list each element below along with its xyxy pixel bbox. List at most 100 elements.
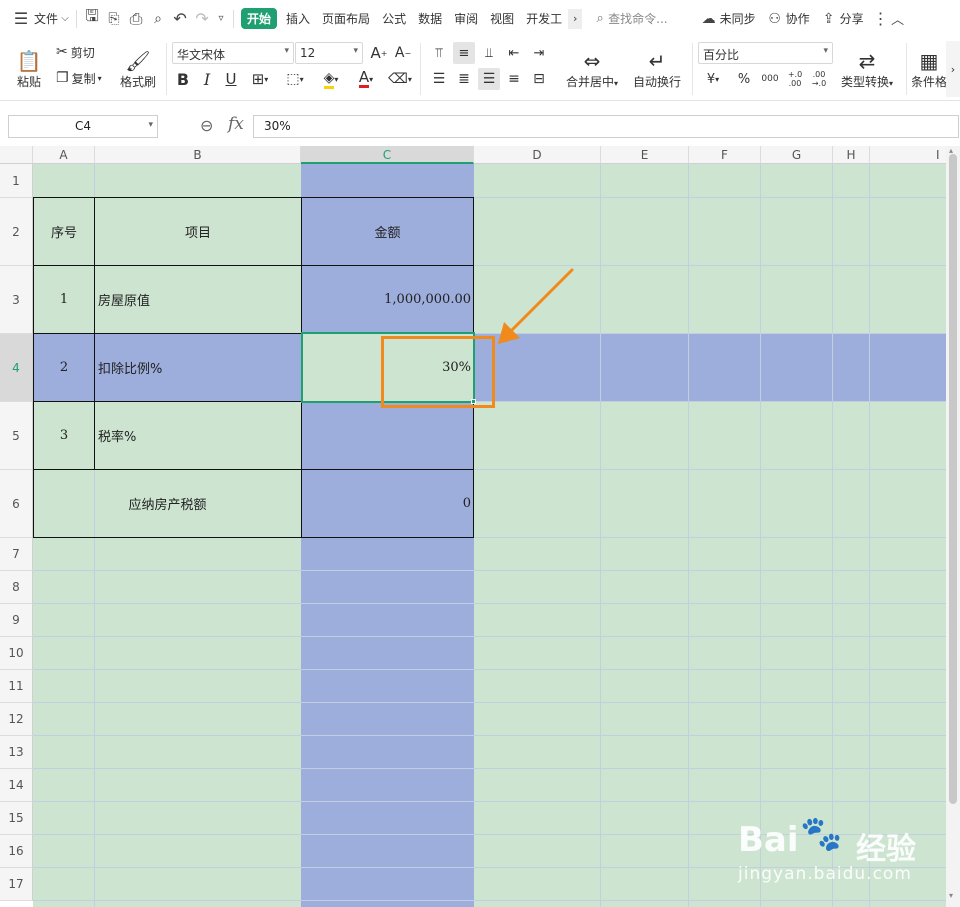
row-header-12[interactable]: 12: [0, 703, 33, 736]
cut-button[interactable]: ✂ 剪切: [56, 41, 95, 63]
font-size-select[interactable]: 12 ▾: [295, 42, 363, 64]
command-search-input[interactable]: 查找命令...: [608, 10, 667, 27]
cell-c3[interactable]: 1,000,000.00: [302, 266, 473, 333]
tab-page-layout[interactable]: 页面布局: [319, 10, 373, 27]
print-icon[interactable]: ⎙: [125, 8, 147, 30]
file-menu[interactable]: 文件: [34, 10, 58, 27]
cell-a6-merged[interactable]: 应纳房产税额: [34, 470, 301, 537]
chevron-down-icon[interactable]: ⌵: [58, 8, 72, 30]
share-button[interactable]: 分享: [840, 10, 864, 27]
column-header-g[interactable]: G: [761, 146, 833, 164]
column-header-c[interactable]: C: [301, 146, 474, 164]
collapse-ribbon-icon[interactable]: ︿: [888, 8, 908, 30]
justify-button[interactable]: ≡: [503, 68, 525, 90]
decrease-indent-button[interactable]: ⇤: [503, 42, 525, 64]
select-all-corner[interactable]: [0, 146, 33, 164]
row-header-3[interactable]: 3: [0, 266, 33, 334]
decrease-decimal-button[interactable]: .00 →.0: [808, 68, 830, 90]
row-header-15[interactable]: 15: [0, 802, 33, 835]
currency-button[interactable]: ¥ ▾: [700, 68, 726, 90]
print-preview-icon[interactable]: ⌕: [147, 8, 169, 30]
decrease-font-button[interactable]: A −: [394, 42, 412, 64]
format-painter-button[interactable]: 🖌 格式刷: [116, 41, 160, 97]
cell-c6[interactable]: 0: [302, 470, 473, 537]
thousands-separator-button[interactable]: 000: [758, 68, 782, 90]
tab-developer[interactable]: 开发工: [523, 10, 565, 27]
tab-home[interactable]: 开始: [241, 8, 278, 29]
percent-button[interactable]: %: [734, 68, 754, 90]
collaborate-button[interactable]: 协作: [786, 10, 810, 27]
row-header-5[interactable]: 5: [0, 402, 33, 470]
redo-icon[interactable]: ↷: [191, 8, 213, 30]
number-format-select[interactable]: 百分比 ▾: [698, 42, 833, 64]
tabs-more-icon[interactable]: ›: [568, 8, 583, 29]
cell-a3[interactable]: 1: [34, 266, 94, 333]
row-header-16[interactable]: 16: [0, 835, 33, 868]
column-header-i[interactable]: I: [870, 146, 946, 164]
copy-button[interactable]: ❐ 复制 ▾: [56, 67, 102, 89]
cell-b2-header-item[interactable]: 项目: [95, 198, 301, 265]
scrollbar-thumb[interactable]: [949, 154, 957, 804]
align-top-button[interactable]: ⫪: [428, 42, 450, 64]
underline-button[interactable]: U: [222, 68, 240, 90]
cell-a4[interactable]: 2: [34, 334, 94, 401]
conditional-format-button[interactable]: ▦ 条件格: [912, 41, 946, 97]
fill-color-button[interactable]: ◈ ▾: [316, 68, 346, 90]
row-header-14[interactable]: 14: [0, 769, 33, 802]
tab-review[interactable]: 审阅: [451, 10, 481, 27]
export-pdf-icon[interactable]: ⎘: [103, 8, 125, 30]
zoom-icon[interactable]: ⊖: [200, 116, 213, 135]
type-convert-button[interactable]: ⇄ 类型转换▾: [836, 41, 898, 97]
fx-icon[interactable]: fx: [228, 114, 244, 134]
sync-status-button[interactable]: 未同步: [720, 10, 756, 27]
quick-access-dropdown-icon[interactable]: ▿: [213, 8, 229, 30]
clear-format-button[interactable]: ⌫ ▾: [386, 68, 414, 90]
tab-insert[interactable]: 插入: [283, 10, 313, 27]
increase-indent-button[interactable]: ⇥: [528, 42, 550, 64]
tab-view[interactable]: 视图: [487, 10, 517, 27]
increase-font-button[interactable]: A +: [370, 42, 388, 64]
row-header-9[interactable]: 9: [0, 604, 33, 637]
merge-center-button[interactable]: ⇔ 合并居中▾: [560, 41, 624, 97]
column-header-h[interactable]: H: [833, 146, 870, 164]
column-header-a[interactable]: A: [33, 146, 95, 164]
ribbon-scroll-right[interactable]: ›: [946, 41, 960, 97]
cell-c2-header-amount[interactable]: 金额: [302, 198, 473, 265]
distributed-align-button[interactable]: ⊟: [528, 68, 550, 90]
row-header-8[interactable]: 8: [0, 571, 33, 604]
font-color-button[interactable]: A ▾: [352, 68, 380, 90]
font-name-select[interactable]: 华文宋体 ▾: [172, 42, 294, 64]
wrap-text-button[interactable]: ↵ 自动换行: [628, 41, 686, 97]
row-header-4[interactable]: 4: [0, 334, 33, 402]
row-header-10[interactable]: 10: [0, 637, 33, 670]
align-center-button[interactable]: ≣: [453, 68, 475, 90]
cell-c5[interactable]: [302, 402, 473, 469]
cell-b5[interactable]: 税率%: [95, 402, 301, 469]
align-middle-button[interactable]: ≡: [453, 42, 475, 64]
undo-icon[interactable]: ↶: [169, 8, 191, 30]
increase-decimal-button[interactable]: +.0 .00: [784, 68, 806, 90]
paste-button[interactable]: 📋 粘贴: [8, 41, 50, 97]
borders-button[interactable]: ⊞ ▾: [246, 68, 274, 90]
hamburger-icon[interactable]: ☰: [10, 8, 32, 30]
align-right-button[interactable]: ☰: [478, 68, 500, 90]
row-header-11[interactable]: 11: [0, 670, 33, 703]
tab-formulas[interactable]: 公式: [379, 10, 409, 27]
row-header-7[interactable]: 7: [0, 538, 33, 571]
scroll-down-icon[interactable]: ▾: [949, 891, 953, 900]
align-bottom-button[interactable]: ⫫: [478, 42, 500, 64]
column-header-f[interactable]: F: [689, 146, 761, 164]
fill-pattern-button[interactable]: ⬚ ▾: [280, 68, 310, 90]
name-box[interactable]: C4 ▾: [8, 115, 158, 138]
column-header-e[interactable]: E: [601, 146, 689, 164]
save-icon[interactable]: 🖫: [81, 6, 103, 30]
row-header-1[interactable]: 1: [0, 164, 33, 198]
row-header-13[interactable]: 13: [0, 736, 33, 769]
tab-data[interactable]: 数据: [415, 10, 445, 27]
vertical-scrollbar[interactable]: ▴ ▾: [946, 146, 960, 907]
cell-a5[interactable]: 3: [34, 402, 94, 469]
formula-input[interactable]: 30%: [253, 115, 959, 138]
column-header-d[interactable]: D: [474, 146, 601, 164]
italic-button[interactable]: I: [198, 68, 216, 90]
align-left-button[interactable]: ☰: [428, 68, 450, 90]
